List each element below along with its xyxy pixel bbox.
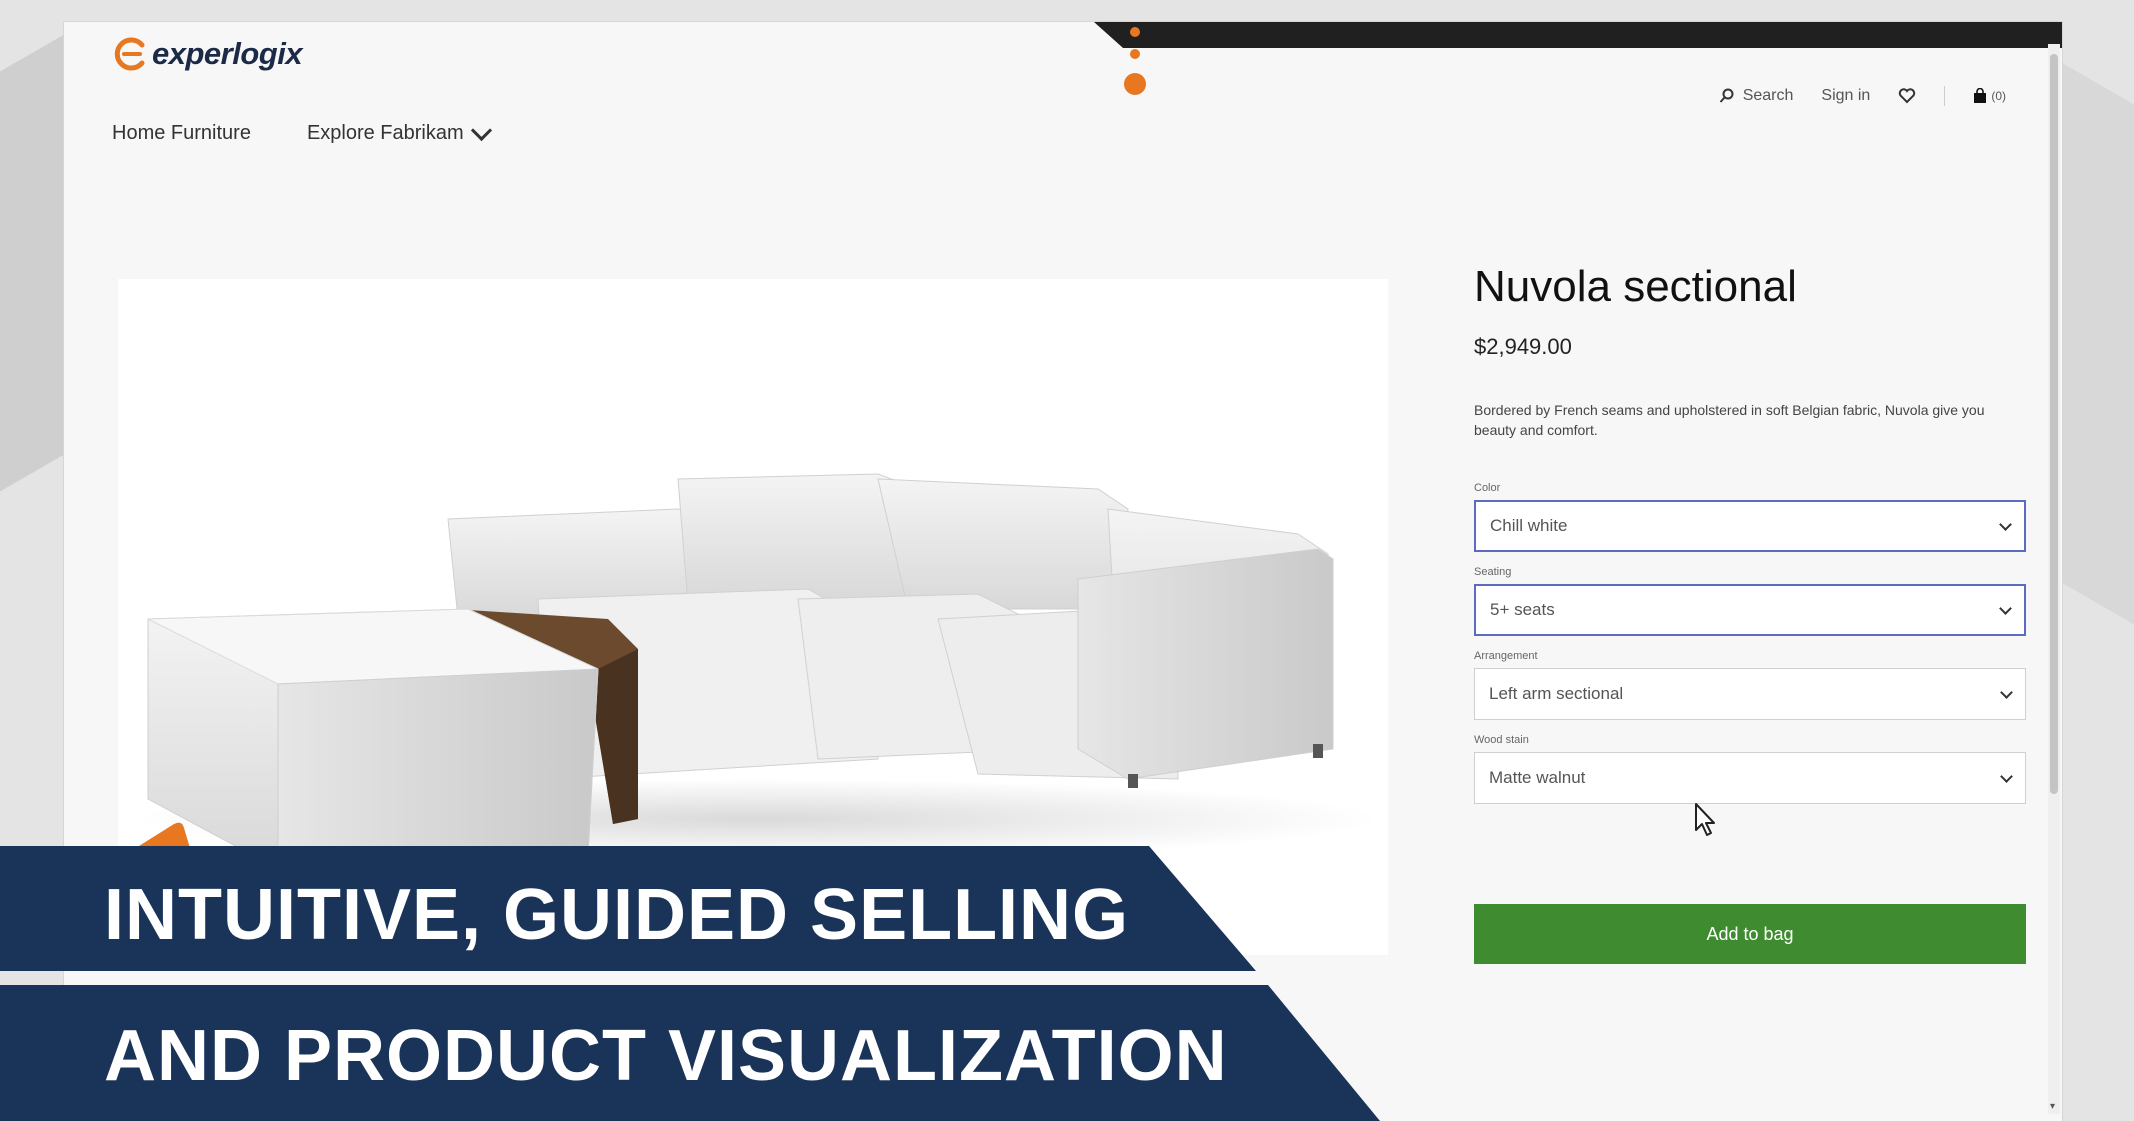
- banner-line-1: INTUITIVE, GUIDED SELLING: [104, 875, 1130, 955]
- nav-item-label: Explore Fabrikam: [306, 122, 464, 144]
- wood-stain-select[interactable]: Matte walnut: [1474, 752, 2026, 804]
- search-button[interactable]: Search: [1719, 87, 1794, 105]
- main-nav: Home Furniture Explore Fabrikam: [112, 119, 492, 145]
- window-top-bar: [1094, 22, 2062, 48]
- bag-count: (0): [1991, 89, 2006, 103]
- shopping-bag-button[interactable]: (0): [1973, 88, 2006, 104]
- banner-line-2: AND PRODUCT VISUALIZATION: [104, 1016, 1228, 1096]
- loading-dots-icon: [1124, 27, 1146, 95]
- product-details-panel: Nuvola sectional $2,949.00 Bordered by F…: [1474, 262, 2034, 964]
- seating-label: Seating: [1474, 566, 1512, 578]
- search-icon: [1719, 88, 1734, 103]
- logo-text: experlogix: [152, 36, 303, 71]
- seating-field: Seating 5+ seats: [1474, 566, 2034, 636]
- mouse-cursor-icon: [1695, 803, 1715, 836]
- wood-stain-field: Wood stain Matte walnut: [1474, 734, 2034, 804]
- scroll-down-arrow-icon[interactable]: ▾: [2050, 1101, 2055, 1112]
- color-value: Chill white: [1490, 516, 1568, 535]
- seating-value: 5+ seats: [1490, 600, 1555, 619]
- chevron-down-icon: [2000, 685, 2013, 699]
- heart-icon[interactable]: [1898, 88, 1916, 104]
- chevron-down-icon: [1999, 601, 2012, 615]
- banner-band-bottom: AND PRODUCT VISUALIZATION: [0, 985, 1380, 1121]
- nav-item-home-furniture[interactable]: Home Furniture: [112, 122, 251, 145]
- color-select[interactable]: Chill white: [1474, 500, 2026, 552]
- divider: [1944, 86, 1946, 106]
- logo-mark-icon: [114, 37, 145, 71]
- scrollbar-thumb[interactable]: [2050, 54, 2058, 794]
- seating-select[interactable]: 5+ seats: [1474, 584, 2026, 636]
- wood-stain-label: Wood stain: [1474, 734, 1529, 746]
- nav-item-explore-fabrikam[interactable]: Explore Fabrikam: [306, 119, 492, 145]
- color-label: Color: [1474, 482, 1501, 494]
- background-shape-right: [2054, 58, 2134, 642]
- arrangement-select[interactable]: Left arm sectional: [1474, 668, 2026, 720]
- chevron-down-icon: [1999, 517, 2012, 531]
- arrangement-field: Arrangement Left arm sectional: [1474, 650, 2034, 720]
- banner-band-top: INTUITIVE, GUIDED SELLING: [0, 846, 1256, 971]
- chevron-down-icon: [470, 119, 492, 142]
- chevron-down-icon: [2000, 769, 2013, 783]
- sign-in-link[interactable]: Sign in: [1821, 87, 1870, 105]
- product-title: Nuvola sectional: [1474, 262, 1797, 311]
- arrangement-label: Arrangement: [1474, 650, 1538, 662]
- product-price: $2,949.00: [1474, 334, 1572, 359]
- vertical-scrollbar[interactable]: ▾: [2048, 44, 2060, 1114]
- add-to-bag-button[interactable]: Add to bag: [1474, 904, 2026, 964]
- header-utilities: Search Sign in (0): [1719, 86, 2006, 106]
- brand-logo[interactable]: experlogix: [112, 36, 303, 72]
- color-field: Color Chill white: [1474, 482, 2034, 552]
- search-label: Search: [1742, 87, 1794, 104]
- promo-banner: INTUITIVE, GUIDED SELLING AND PRODUCT VI…: [0, 820, 1400, 1121]
- wood-stain-value: Matte walnut: [1489, 768, 1586, 787]
- product-description: Bordered by French seams and upholstered…: [1474, 402, 1985, 438]
- shopping-bag-icon: [1974, 88, 1987, 103]
- arrangement-value: Left arm sectional: [1489, 684, 1624, 703]
